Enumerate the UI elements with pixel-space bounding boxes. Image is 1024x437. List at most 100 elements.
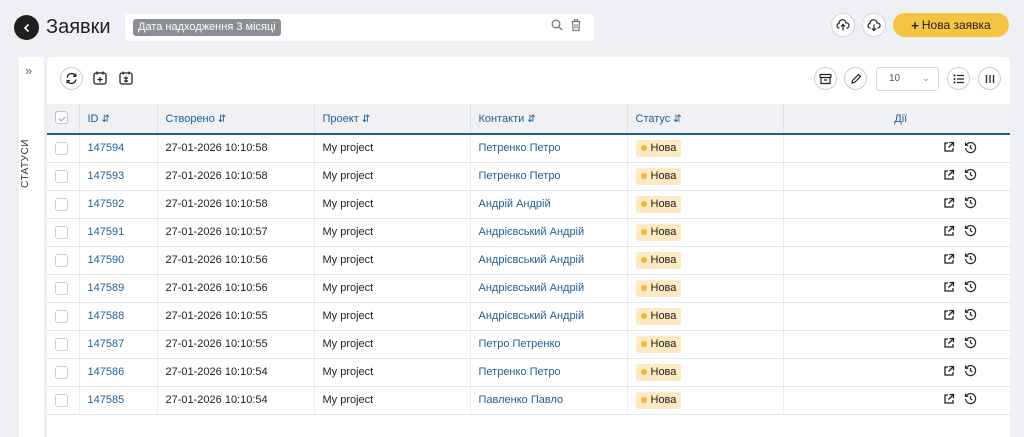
table-row[interactable]: 147586 27-01-2026 10:10:54 My project Пе… (47, 358, 1010, 387)
row-select-cell[interactable] (47, 134, 80, 163)
request-id-link[interactable]: 147591 (88, 226, 125, 238)
row-checkbox[interactable] (55, 281, 68, 295)
contact-link[interactable]: Петренко Петро (479, 366, 561, 378)
row-checkbox[interactable] (55, 337, 68, 351)
sort-icon[interactable]: ⇵ (102, 114, 110, 125)
request-id-link[interactable]: 147589 (88, 282, 125, 294)
row-select-cell[interactable] (47, 190, 80, 219)
column-header-project[interactable]: Проект ⇵ (314, 104, 471, 135)
contact-link[interactable]: Петро Петренко (479, 338, 561, 350)
refresh-button[interactable] (60, 67, 83, 90)
table-row[interactable]: 147591 27-01-2026 10:10:57 My project Ан… (47, 218, 1010, 247)
contact-link[interactable]: Петренко Петро (479, 170, 561, 182)
open-external-icon[interactable] (943, 253, 955, 265)
column-header-contacts[interactable]: Контакти ⇵ (470, 104, 628, 135)
sort-icon[interactable]: ⇵ (362, 114, 370, 125)
trash-icon[interactable] (570, 18, 582, 32)
rows-per-page-select[interactable]: 10 ⌄ (876, 67, 939, 91)
row-checkbox[interactable] (55, 225, 68, 239)
contact-link[interactable]: Петренко Петро (479, 142, 561, 154)
history-icon[interactable] (964, 196, 977, 209)
row-checkbox[interactable] (55, 169, 68, 183)
request-id-link[interactable]: 147585 (88, 394, 125, 406)
history-icon[interactable] (964, 336, 977, 349)
edit-button[interactable] (844, 67, 867, 90)
table-row[interactable]: 147588 27-01-2026 10:10:55 My project Ан… (47, 302, 1010, 331)
row-select-cell[interactable] (47, 162, 80, 191)
contact-link[interactable]: Андрієвський Андрій (479, 226, 585, 238)
sort-icon[interactable]: ⇵ (673, 114, 681, 125)
open-external-icon[interactable] (943, 197, 955, 209)
row-checkbox[interactable] (55, 141, 68, 155)
history-icon[interactable] (964, 252, 977, 265)
contact-link[interactable]: Андрієвський Андрій (479, 254, 585, 266)
open-external-icon[interactable] (943, 337, 955, 349)
table-row[interactable]: 147587 27-01-2026 10:10:55 My project Пе… (47, 330, 1010, 359)
search-icon[interactable] (551, 19, 563, 31)
history-icon[interactable] (964, 141, 977, 154)
contact-link[interactable]: Андрій Андрій (479, 198, 551, 210)
open-external-icon[interactable] (943, 169, 955, 181)
back-button[interactable] (14, 15, 39, 40)
request-id-link[interactable]: 147594 (88, 142, 125, 154)
column-header-status[interactable]: Статус ⇵ (627, 104, 784, 135)
calendar-add-button[interactable] (89, 67, 111, 89)
column-header-id[interactable]: ID ⇵ (79, 104, 158, 135)
history-icon[interactable] (964, 280, 977, 293)
download-button[interactable] (862, 13, 886, 37)
sort-icon[interactable]: ⇵ (527, 114, 535, 125)
row-select-cell[interactable] (47, 218, 80, 247)
table-row[interactable]: 147594 27-01-2026 10:10:58 My project Пе… (47, 134, 1010, 163)
contact-link[interactable]: Андрієвський Андрій (479, 310, 585, 322)
select-all-checkbox[interactable] (55, 110, 68, 124)
history-icon[interactable] (964, 224, 977, 237)
table-row[interactable]: 147593 27-01-2026 10:10:58 My project Пе… (47, 162, 1010, 191)
row-select-cell[interactable] (47, 246, 80, 275)
columns-button[interactable] (978, 67, 1001, 90)
table-row[interactable]: 147589 27-01-2026 10:10:56 My project Ан… (47, 274, 1010, 303)
row-select-cell[interactable] (47, 386, 80, 415)
statuses-side-panel[interactable]: » СТАТУСИ (19, 57, 44, 437)
request-id-link[interactable]: 147587 (88, 338, 125, 350)
open-external-icon[interactable] (943, 141, 955, 153)
archive-button[interactable] (814, 67, 837, 90)
history-icon[interactable] (964, 392, 977, 405)
sort-icon[interactable]: ⇵ (218, 114, 226, 125)
filter-chip[interactable]: Дата надходження 3 місяці (133, 19, 281, 36)
row-select-cell[interactable] (47, 330, 80, 359)
request-id-link[interactable]: 147588 (88, 310, 125, 322)
contact-link[interactable]: Павленко Павло (479, 394, 564, 406)
row-checkbox[interactable] (55, 365, 68, 379)
history-icon[interactable] (964, 168, 977, 181)
search-filter-box[interactable]: Дата надходження 3 місяці (125, 14, 594, 41)
open-external-icon[interactable] (943, 225, 955, 237)
open-external-icon[interactable] (943, 281, 955, 293)
table-row[interactable]: 147592 27-01-2026 10:10:58 My project Ан… (47, 190, 1010, 219)
row-select-cell[interactable] (47, 302, 80, 331)
history-icon[interactable] (964, 364, 977, 377)
table-row[interactable]: 147590 27-01-2026 10:10:56 My project Ан… (47, 246, 1010, 275)
open-external-icon[interactable] (943, 365, 955, 377)
table-row[interactable]: 147585 27-01-2026 10:10:54 My project Па… (47, 386, 1010, 415)
row-select-cell[interactable] (47, 274, 80, 303)
row-checkbox[interactable] (55, 197, 68, 211)
calendar-edit-button[interactable] (115, 67, 137, 89)
upload-button[interactable] (831, 13, 855, 37)
request-id-link[interactable]: 147592 (88, 198, 125, 210)
history-icon[interactable] (964, 308, 977, 321)
open-external-icon[interactable] (943, 393, 955, 405)
select-all-cell[interactable] (47, 104, 80, 135)
row-checkbox[interactable] (55, 253, 68, 267)
double-chevron-right-icon[interactable]: » (25, 63, 32, 78)
request-id-link[interactable]: 147590 (88, 254, 125, 266)
list-view-button[interactable] (947, 67, 970, 90)
row-checkbox[interactable] (55, 393, 68, 407)
request-id-link[interactable]: 147586 (88, 366, 125, 378)
row-select-cell[interactable] (47, 358, 80, 387)
open-external-icon[interactable] (943, 309, 955, 321)
contact-link[interactable]: Андрієвський Андрій (479, 282, 585, 294)
new-request-button[interactable]: + Нова заявка (893, 13, 1009, 37)
column-header-created[interactable]: Створено ⇵ (157, 104, 315, 135)
request-id-link[interactable]: 147593 (88, 170, 125, 182)
row-checkbox[interactable] (55, 309, 68, 323)
